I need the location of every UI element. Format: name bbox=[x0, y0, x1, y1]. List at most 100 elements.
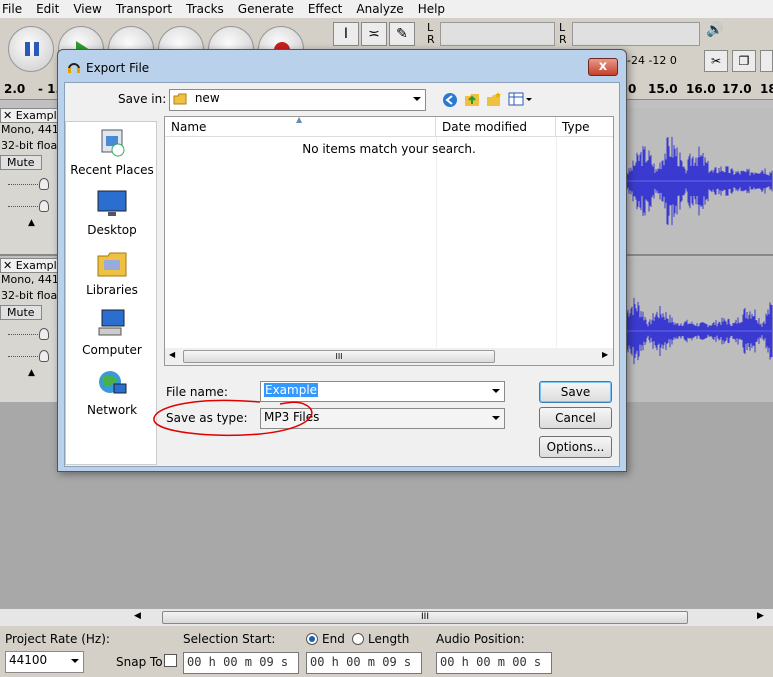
audio-position-field[interactable]: 00 h 00 m 00 s bbox=[436, 652, 552, 674]
empty-message: No items match your search. bbox=[302, 142, 476, 156]
pan-slider[interactable] bbox=[0, 344, 63, 368]
libraries-icon bbox=[97, 252, 127, 277]
places-bar: Recent Places Desktop Libraries Computer… bbox=[65, 121, 157, 465]
track-format: 32-bit float bbox=[1, 139, 62, 152]
envelope-tool[interactable]: ≍ bbox=[361, 22, 387, 46]
menu-edit[interactable]: Edit bbox=[34, 0, 67, 18]
volume-control[interactable]: 🔊 bbox=[706, 22, 773, 46]
audio-position-label: Audio Position: bbox=[436, 632, 525, 646]
record-meter[interactable] bbox=[572, 22, 700, 46]
save-in-select[interactable]: new bbox=[169, 89, 426, 111]
pan-slider[interactable] bbox=[0, 194, 63, 218]
view-menu-button[interactable] bbox=[508, 91, 534, 107]
menu-transport[interactable]: Transport bbox=[114, 0, 180, 18]
ruler-label: 18. bbox=[760, 82, 773, 96]
column-name[interactable]: Name ▲ bbox=[165, 115, 436, 137]
project-rate-select[interactable]: 44100 bbox=[5, 651, 84, 673]
menu-tracks[interactable]: Tracks bbox=[184, 0, 232, 18]
end-radio[interactable] bbox=[306, 633, 318, 645]
ruler-label: 15.0 bbox=[648, 82, 678, 96]
column-headers: Name ▲ Date modified Type bbox=[165, 115, 613, 137]
place-network[interactable]: Network bbox=[66, 368, 158, 417]
menu-generate[interactable]: Generate bbox=[236, 0, 302, 18]
playback-meter[interactable] bbox=[440, 22, 555, 46]
file-name-input[interactable]: Example bbox=[260, 381, 505, 402]
horizontal-scrollbar[interactable]: ◀ III ▶ bbox=[0, 608, 773, 626]
sort-up-icon: ▲ bbox=[296, 115, 303, 124]
menu-help[interactable]: Help bbox=[416, 0, 453, 18]
selection-toolbar: Project Rate (Hz): 44100 Snap To Selecti… bbox=[0, 626, 773, 677]
place-libraries[interactable]: Libraries bbox=[66, 248, 158, 297]
recent-places-icon bbox=[101, 129, 125, 157]
column-type[interactable]: Type bbox=[556, 117, 613, 137]
collapse-arrow-icon[interactable]: ▲ bbox=[0, 218, 63, 228]
close-icon: x bbox=[598, 59, 608, 74]
menu-view[interactable]: View bbox=[71, 0, 109, 18]
paste-button[interactable] bbox=[760, 50, 773, 72]
export-file-dialog: Export File x Save in: new Recent Places… bbox=[57, 49, 627, 472]
close-button[interactable]: x bbox=[588, 58, 618, 76]
copy-icon: ❐ bbox=[738, 54, 750, 68]
scissors-icon: ✂ bbox=[710, 54, 722, 68]
new-folder-icon[interactable] bbox=[486, 91, 502, 107]
scroll-left-icon[interactable]: ◀ bbox=[134, 611, 141, 621]
scroll-thumb[interactable]: III bbox=[162, 611, 688, 624]
scroll-right-icon[interactable]: ▶ bbox=[602, 350, 608, 359]
ibeam-icon: I bbox=[343, 26, 349, 42]
mute-button[interactable]: Mute bbox=[0, 305, 42, 320]
mute-button[interactable]: Mute bbox=[0, 155, 42, 170]
scroll-left-icon[interactable]: ◀ bbox=[169, 350, 175, 359]
waveform-svg bbox=[627, 297, 773, 365]
list-hscrollbar[interactable]: ◀ III ▶ bbox=[165, 348, 613, 365]
column-divider bbox=[556, 137, 557, 347]
pause-button[interactable] bbox=[8, 26, 54, 72]
up-folder-icon[interactable] bbox=[464, 91, 480, 107]
track-info: Mono, 4410 bbox=[1, 123, 66, 136]
draw-tool[interactable]: ✎ bbox=[389, 22, 415, 46]
ruler-label: 0 bbox=[628, 82, 637, 96]
computer-icon bbox=[98, 309, 125, 336]
menu-analyze[interactable]: Analyze bbox=[354, 0, 411, 18]
length-radio[interactable] bbox=[352, 633, 364, 645]
save-as-type-label: Save as type: bbox=[166, 411, 248, 425]
options-button[interactable]: Options... bbox=[539, 436, 612, 458]
waveform-svg bbox=[627, 136, 773, 226]
pause-icon bbox=[25, 42, 39, 56]
dialog-titlebar: Export File x bbox=[58, 50, 626, 82]
copy-button[interactable]: ❐ bbox=[732, 50, 756, 72]
gain-slider[interactable] bbox=[0, 170, 63, 194]
track-name-button[interactable]: ✕ Example bbox=[0, 258, 63, 273]
save-in-label: Save in: bbox=[118, 92, 167, 106]
dialog-title: Export File bbox=[86, 61, 150, 75]
place-recent[interactable]: Recent Places bbox=[66, 128, 158, 177]
place-computer[interactable]: Computer bbox=[66, 308, 158, 357]
save-as-type-select[interactable]: MP3 Files bbox=[260, 408, 505, 429]
snap-to-checkbox[interactable] bbox=[164, 654, 177, 667]
back-icon[interactable] bbox=[442, 92, 458, 108]
selection-tool[interactable]: I bbox=[333, 22, 359, 46]
menu-file[interactable]: File bbox=[0, 0, 30, 18]
waveform-track-1[interactable] bbox=[627, 108, 773, 256]
column-date-modified[interactable]: Date modified bbox=[436, 117, 556, 137]
gain-slider[interactable] bbox=[0, 320, 63, 344]
file-list[interactable]: Name ▲ Date modified Type No items match … bbox=[164, 115, 614, 366]
menu-effect[interactable]: Effect bbox=[306, 0, 351, 18]
scroll-right-icon[interactable]: ▶ bbox=[757, 611, 764, 621]
waveform-track-2[interactable] bbox=[627, 258, 773, 406]
track-control-panel: ✕ Example Mono, 4410 32-bit float Mute ▲ bbox=[0, 108, 66, 256]
column-divider bbox=[436, 137, 437, 347]
meter-channel-labels-2: LR bbox=[559, 21, 567, 46]
selection-start-field[interactable]: 00 h 00 m 09 s bbox=[183, 652, 299, 674]
views-icon bbox=[508, 92, 532, 106]
place-desktop[interactable]: Desktop bbox=[66, 188, 158, 237]
selection-end-field[interactable]: 00 h 00 m 09 s bbox=[306, 652, 422, 674]
scroll-thumb[interactable]: III bbox=[183, 350, 495, 363]
network-icon bbox=[99, 371, 127, 394]
chevron-down-icon bbox=[413, 97, 421, 101]
collapse-arrow-icon[interactable]: ▲ bbox=[0, 368, 63, 378]
save-button[interactable]: Save bbox=[539, 381, 612, 403]
cut-button[interactable]: ✂ bbox=[704, 50, 728, 72]
chevron-down-icon bbox=[71, 659, 79, 663]
cancel-button[interactable]: Cancel bbox=[539, 407, 612, 429]
track-name-button[interactable]: ✕ Example bbox=[0, 108, 63, 123]
